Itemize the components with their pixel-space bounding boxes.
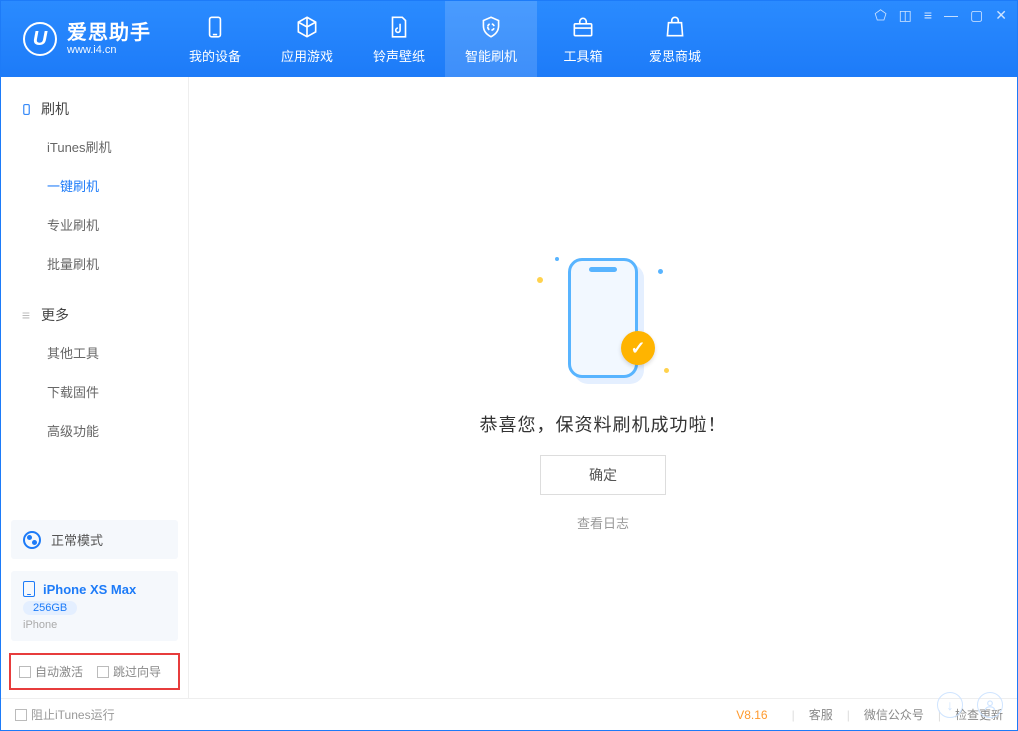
pin-button[interactable]: ⬠ bbox=[874, 7, 886, 24]
logo-letter: U bbox=[33, 28, 47, 51]
tab-toolbox[interactable]: 工具箱 bbox=[537, 1, 629, 77]
sidebar-group-more: ≡ 更多 其他工具 下载固件 高级功能 bbox=[1, 283, 188, 450]
tab-apps-games[interactable]: 应用游戏 bbox=[261, 1, 353, 77]
sidebar-item-batch-flash[interactable]: 批量刷机 bbox=[1, 244, 188, 283]
toolbox-icon bbox=[570, 14, 596, 40]
sidebar-item-pro-flash[interactable]: 专业刷机 bbox=[1, 205, 188, 244]
separator: | bbox=[847, 708, 850, 722]
checkbox-icon bbox=[97, 666, 109, 678]
sidebar-item-other-tools[interactable]: 其他工具 bbox=[1, 333, 188, 372]
tab-label: 铃声壁纸 bbox=[373, 46, 425, 65]
app-window: U 爱思助手 www.i4.cn 我的设备 应用游戏 铃声壁纸 智能刷机 bbox=[0, 0, 1018, 731]
ok-button[interactable]: 确定 bbox=[540, 455, 666, 495]
music-file-icon bbox=[386, 14, 412, 40]
success-illustration: ✓ bbox=[533, 243, 673, 393]
tab-label: 我的设备 bbox=[189, 46, 241, 65]
sidebar-head-label: 刷机 bbox=[41, 99, 69, 119]
sparkle-icon bbox=[555, 257, 559, 261]
minimize-button[interactable]: — bbox=[944, 7, 958, 24]
checkbox-skip-guide[interactable]: 跳过向导 bbox=[97, 663, 161, 680]
mode-icon bbox=[23, 531, 41, 549]
device-info-box[interactable]: iPhone XS Max 256GB iPhone bbox=[11, 571, 178, 641]
sidebar-item-itunes-flash[interactable]: iTunes刷机 bbox=[1, 127, 188, 166]
phone-small-icon bbox=[19, 102, 33, 116]
sparkle-icon bbox=[658, 269, 663, 274]
logo-icon: U bbox=[23, 22, 57, 56]
device-capacity-badge: 256GB bbox=[23, 601, 77, 615]
skin-button[interactable]: ◫ bbox=[899, 7, 912, 24]
app-title: 爱思助手 bbox=[67, 22, 151, 44]
sidebar-head-label: 更多 bbox=[41, 305, 69, 325]
success-check-icon: ✓ bbox=[621, 331, 655, 365]
tab-label: 智能刷机 bbox=[465, 46, 517, 65]
window-controls: ⬠ ◫ ≡ — ▢ ✕ bbox=[874, 7, 1007, 24]
support-link[interactable]: 客服 bbox=[809, 706, 833, 723]
view-log-link[interactable]: 查看日志 bbox=[577, 513, 629, 532]
body: 刷机 iTunes刷机 一键刷机 专业刷机 批量刷机 ≡ 更多 其他工具 下载固… bbox=[1, 77, 1017, 698]
logo: U 爱思助手 www.i4.cn bbox=[1, 22, 169, 56]
success-message: 恭喜您，保资料刷机成功啦！ bbox=[480, 411, 727, 437]
device-name-row: iPhone XS Max bbox=[23, 581, 166, 597]
sparkle-icon bbox=[537, 277, 543, 283]
tab-label: 工具箱 bbox=[563, 46, 602, 65]
header: U 爱思助手 www.i4.cn 我的设备 应用游戏 铃声壁纸 智能刷机 bbox=[1, 1, 1017, 77]
checkbox-label: 阻止iTunes运行 bbox=[31, 708, 115, 722]
separator: | bbox=[792, 708, 795, 722]
sidebar-spacer bbox=[1, 450, 188, 514]
footer: 阻止iTunes运行 V8.16 | 客服 | 微信公众号 | 检查更新 bbox=[1, 698, 1017, 730]
tab-my-device[interactable]: 我的设备 bbox=[169, 1, 261, 77]
sidebar-item-advanced[interactable]: 高级功能 bbox=[1, 411, 188, 450]
main-tabs: 我的设备 应用游戏 铃声壁纸 智能刷机 工具箱 爱思商城 bbox=[169, 1, 721, 77]
main-content: ✓ 恭喜您，保资料刷机成功啦！ 确定 查看日志 bbox=[189, 77, 1017, 698]
device-name: iPhone XS Max bbox=[43, 582, 136, 597]
sidebar-item-onekey-flash[interactable]: 一键刷机 bbox=[1, 166, 188, 205]
tab-store[interactable]: 爱思商城 bbox=[629, 1, 721, 77]
tab-label: 爱思商城 bbox=[649, 46, 701, 65]
cube-icon bbox=[294, 14, 320, 40]
sidebar: 刷机 iTunes刷机 一键刷机 专业刷机 批量刷机 ≡ 更多 其他工具 下载固… bbox=[1, 77, 189, 698]
version-label: V8.16 bbox=[736, 708, 767, 722]
tab-ringtone-wallpaper[interactable]: 铃声壁纸 bbox=[353, 1, 445, 77]
device-phone-icon bbox=[23, 581, 35, 597]
checkbox-icon bbox=[15, 709, 27, 721]
checkbox-label: 自动激活 bbox=[35, 665, 83, 679]
device-type: iPhone bbox=[23, 619, 166, 631]
logo-text: 爱思助手 www.i4.cn bbox=[67, 22, 151, 56]
sidebar-group-flash: 刷机 iTunes刷机 一键刷机 专业刷机 批量刷机 bbox=[1, 77, 188, 283]
tab-label: 应用游戏 bbox=[281, 46, 333, 65]
sidebar-head-flash: 刷机 bbox=[1, 91, 188, 127]
device-mode-box[interactable]: 正常模式 bbox=[11, 520, 178, 559]
flash-options-row: 自动激活 跳过向导 bbox=[9, 653, 180, 690]
wechat-link[interactable]: 微信公众号 bbox=[864, 706, 924, 723]
menu-button[interactable]: ≡ bbox=[924, 7, 932, 24]
maximize-button[interactable]: ▢ bbox=[970, 7, 983, 24]
bag-icon bbox=[662, 14, 688, 40]
checkbox-block-itunes[interactable]: 阻止iTunes运行 bbox=[15, 706, 115, 723]
refresh-shield-icon bbox=[478, 14, 504, 40]
sidebar-item-download-firmware[interactable]: 下载固件 bbox=[1, 372, 188, 411]
sparkle-icon bbox=[664, 368, 669, 373]
phone-icon bbox=[202, 14, 228, 40]
tab-smart-flash[interactable]: 智能刷机 bbox=[445, 1, 537, 77]
app-url: www.i4.cn bbox=[67, 44, 151, 56]
mode-label: 正常模式 bbox=[51, 530, 103, 549]
menu-icon: ≡ bbox=[19, 308, 33, 322]
checkbox-icon bbox=[19, 666, 31, 678]
close-button[interactable]: ✕ bbox=[995, 7, 1007, 24]
checkbox-label: 跳过向导 bbox=[113, 665, 161, 679]
sidebar-head-more: ≡ 更多 bbox=[1, 297, 188, 333]
checkbox-auto-activate[interactable]: 自动激活 bbox=[19, 663, 83, 680]
